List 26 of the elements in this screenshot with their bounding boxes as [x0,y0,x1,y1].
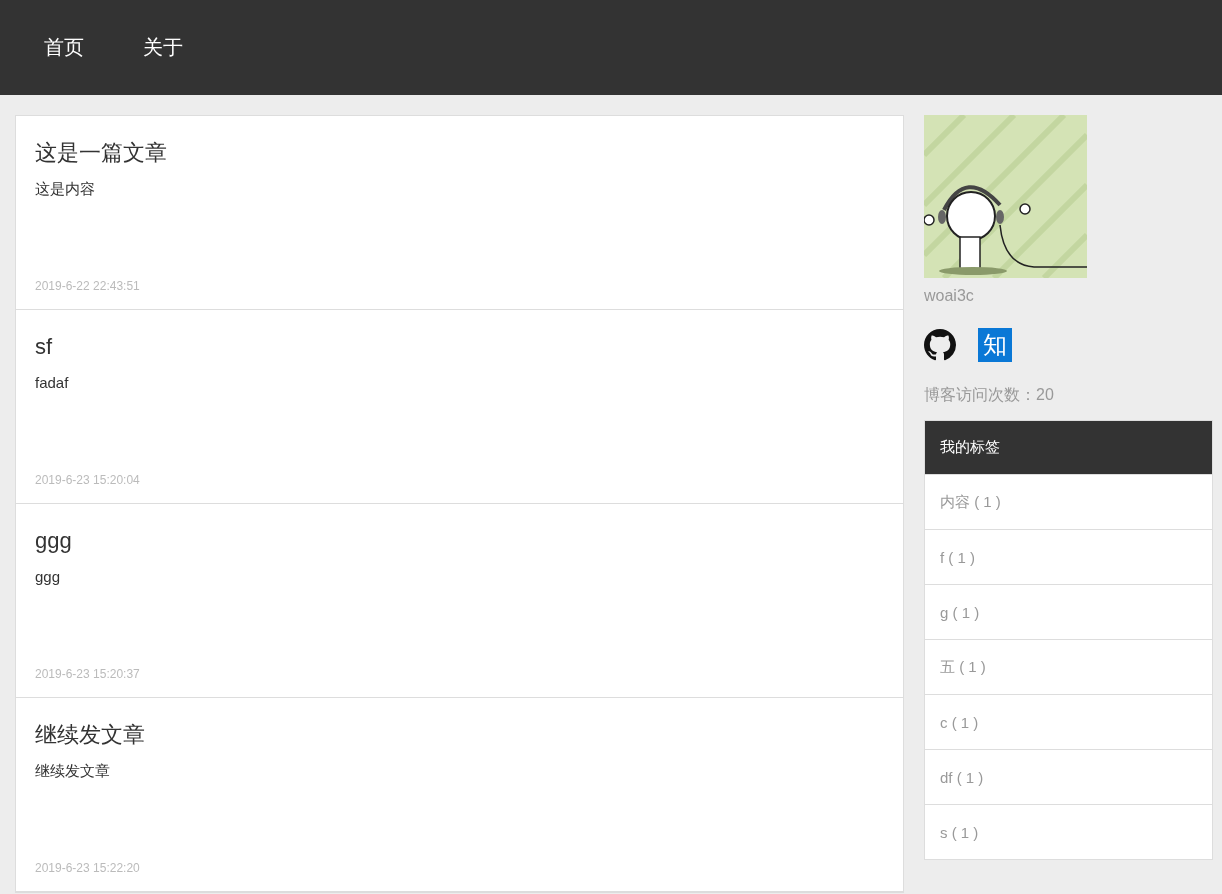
zhihu-icon[interactable]: 知 [978,328,1012,362]
tag-item[interactable]: 五 ( 1 ) [925,639,1212,694]
article-title[interactable]: sf [35,332,53,362]
article-date: 2019-6-22 22:43:51 [35,279,140,293]
article-title[interactable]: 继续发文章 [35,720,145,750]
nav-link[interactable]: 关于 [143,34,183,61]
article-excerpt: fadaf [35,374,69,391]
tag-item[interactable]: 内容 ( 1 ) [925,474,1212,529]
article-excerpt: 继续发文章 [35,762,110,781]
tag-item[interactable]: f ( 1 ) [925,529,1212,584]
article-date: 2019-6-23 15:20:04 [35,473,140,487]
tag-item[interactable]: c ( 1 ) [925,694,1212,749]
tag-item[interactable]: s ( 1 ) [925,804,1212,859]
article-title[interactable]: 这是一篇文章 [35,138,167,168]
article-date: 2019-6-23 15:20:37 [35,667,140,681]
tag-item[interactable]: g ( 1 ) [925,584,1212,639]
nav-link[interactable]: 首页 [44,34,84,61]
article-title[interactable]: ggg [35,526,72,556]
panel-title: 我的标签 [925,421,1212,474]
article-excerpt: ggg [35,568,61,585]
user-name: woai3c [924,287,974,305]
article-date: 2019-6-23 15:22:20 [35,861,140,875]
article-excerpt: 这是内容 [35,180,95,199]
visit-count: 博客访问次数：20 [924,385,1054,405]
github-icon[interactable] [924,329,956,361]
tag-item[interactable]: df ( 1 ) [925,749,1212,804]
